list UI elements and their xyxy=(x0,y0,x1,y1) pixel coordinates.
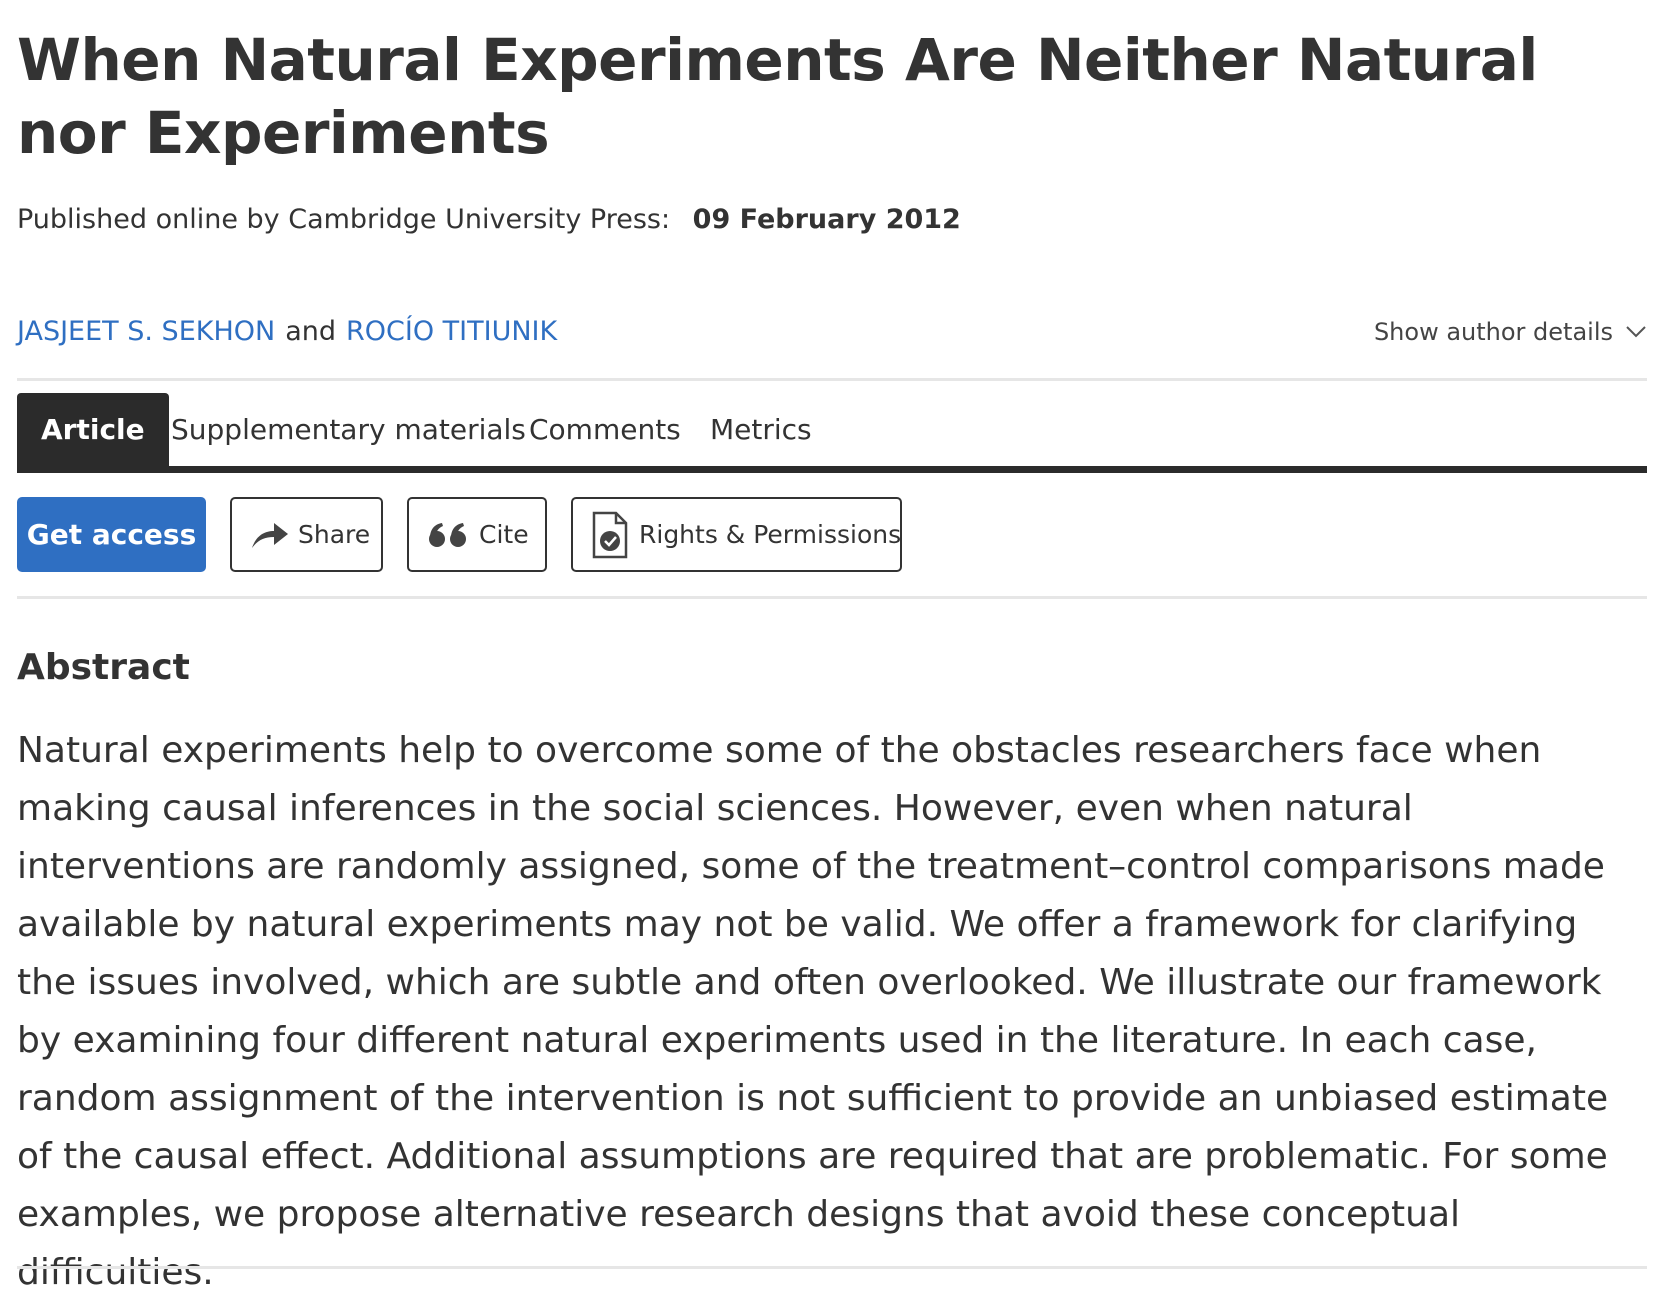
abstract-text: Natural experiments help to overcome som… xyxy=(17,730,1609,1293)
share-label: Share xyxy=(298,520,371,549)
author-list: JASJEET S. SEKHON and ROCÍO TITIUNIK xyxy=(17,314,557,350)
article-tabs: Article Supplementary materials Comments… xyxy=(17,393,1647,473)
rights-permissions-label: Rights & Permissions xyxy=(639,520,902,549)
chevron-down-icon xyxy=(1625,325,1647,339)
rights-permissions-button[interactable]: Rights & Permissions xyxy=(571,497,902,572)
article-page: When Natural Experiments Are Neither Nat… xyxy=(0,0,1662,1293)
published-label: Published online by Cambridge University… xyxy=(17,204,671,235)
article-actions: Get access Share Cite Rights & Permissio… xyxy=(17,497,1647,572)
tab-metrics[interactable]: Metrics xyxy=(710,393,812,466)
author-separator: and xyxy=(285,316,337,347)
publication-line: Published online by Cambridge University… xyxy=(17,202,961,238)
show-author-details-label: Show author details xyxy=(1373,318,1613,346)
cite-label: Cite xyxy=(479,520,529,549)
share-arrow-icon xyxy=(250,520,290,550)
tab-article[interactable]: Article xyxy=(17,393,169,473)
get-access-button[interactable]: Get access xyxy=(17,497,206,572)
tab-bar-underline xyxy=(17,466,1647,473)
quote-icon xyxy=(427,521,469,549)
author-link-titiunik[interactable]: ROCÍO TITIUNIK xyxy=(346,316,557,347)
divider xyxy=(17,378,1647,381)
published-date: 09 February 2012 xyxy=(692,204,961,235)
tab-comments[interactable]: Comments xyxy=(529,393,681,466)
tab-supplementary-materials[interactable]: Supplementary materials xyxy=(171,393,526,466)
abstract-heading: Abstract xyxy=(17,647,190,688)
document-check-icon xyxy=(591,510,629,560)
divider xyxy=(17,596,1647,599)
divider xyxy=(17,1266,1647,1269)
share-button[interactable]: Share xyxy=(230,497,383,572)
show-author-details-toggle[interactable]: Show author details xyxy=(1374,314,1647,350)
cite-button[interactable]: Cite xyxy=(407,497,547,572)
author-link-sekhon[interactable]: JASJEET S. SEKHON xyxy=(17,316,275,347)
get-access-label: Get access xyxy=(26,518,197,551)
article-title: When Natural Experiments Are Neither Nat… xyxy=(17,26,1538,167)
